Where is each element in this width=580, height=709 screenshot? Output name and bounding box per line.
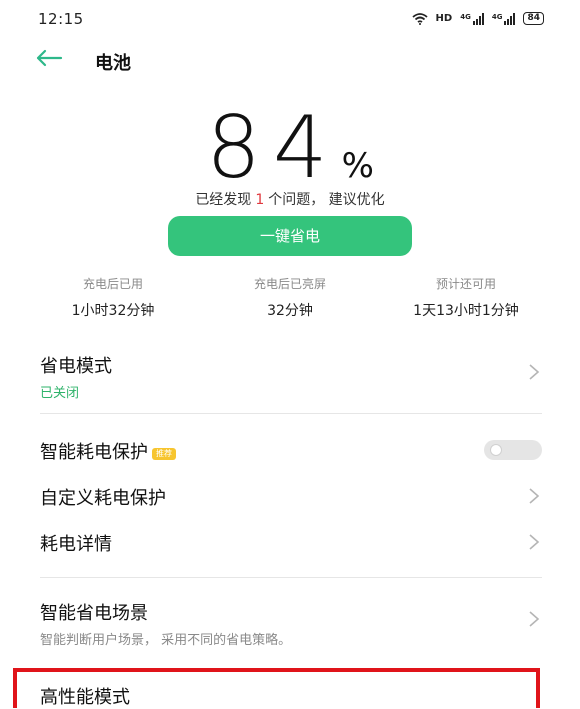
wifi-icon — [411, 12, 428, 25]
smart-protection-row[interactable]: 智能耗电保护 推荐 — [40, 438, 542, 464]
consumption-details-title: 耗电详情 — [40, 534, 112, 555]
back-button[interactable] — [34, 48, 64, 72]
page-title: 电池 — [95, 53, 131, 74]
consumption-details-row[interactable]: 耗电详情 — [40, 530, 542, 556]
stat-value: 32分钟 — [267, 303, 313, 319]
issue-summary: 已经发现 1 个问题， 建议优化 — [0, 189, 580, 209]
highlight-annotation-box — [13, 668, 540, 708]
chevron-right-icon — [529, 611, 540, 627]
chevron-right-icon — [529, 364, 540, 380]
power-saving-mode-title: 省电模式 — [40, 356, 112, 377]
stat-used-since-charge: 充电后已用 1小时32分钟 — [18, 275, 208, 320]
custom-protection-row[interactable]: 自定义耗电保护 — [40, 484, 542, 510]
toggle-knob — [490, 444, 502, 456]
hd-indicator: HD — [435, 13, 453, 24]
power-saving-mode-status: 已关闭 — [40, 386, 80, 401]
status-time: 12:15 — [38, 10, 84, 28]
signal-icon: 4G — [460, 12, 484, 25]
power-saving-mode-row[interactable]: 省电模式 已关闭 — [40, 352, 542, 401]
stat-screen-on-since-charge: 充电后已亮屏 32分钟 — [195, 275, 385, 320]
issue-suffix: 个问题， 建议优化 — [268, 192, 385, 208]
stat-value: 1小时32分钟 — [71, 303, 155, 319]
divider — [40, 413, 542, 414]
header: 电池 — [0, 44, 580, 76]
status-icons: HD 4G 4G 84 — [411, 12, 544, 25]
battery-level-unit: % — [341, 146, 374, 186]
divider — [40, 577, 542, 578]
stat-label: 充电后已亮屏 — [253, 277, 326, 291]
chevron-right-icon — [529, 488, 540, 504]
issue-prefix: 已经发现 — [195, 192, 252, 208]
smart-scene-title: 智能省电场景 — [40, 603, 148, 624]
stat-estimated-remaining: 预计还可用 1天13小时1分钟 — [371, 275, 561, 320]
issue-count: 1 — [255, 192, 265, 208]
smart-scene-desc: 智能判断用户场景， 采用不同的省电策略。 — [40, 633, 292, 648]
smart-scene-row[interactable]: 智能省电场景 智能判断用户场景， 采用不同的省电策略。 — [40, 599, 542, 648]
status-bar: 12:15 HD 4G 4G 84 — [0, 0, 580, 40]
custom-protection-title: 自定义耗电保护 — [40, 488, 166, 509]
back-arrow-icon — [36, 49, 63, 67]
one-tap-save-button[interactable]: 一键省电 — [168, 216, 412, 256]
usage-stats: 充电后已用 1小时32分钟 充电后已亮屏 32分钟 预计还可用 1天13小时1分… — [0, 275, 580, 325]
stat-value: 1天13小时1分钟 — [413, 303, 519, 319]
smart-protection-toggle[interactable] — [484, 440, 542, 460]
signal-icon-2: 4G — [492, 12, 516, 25]
stat-label: 充电后已用 — [82, 277, 143, 291]
stat-label: 预计还可用 — [435, 277, 496, 291]
battery-level: 84% — [0, 98, 580, 198]
battery-level-value: 84 — [206, 98, 340, 198]
chevron-right-icon — [529, 534, 540, 550]
smart-protection-title: 智能耗电保护 — [40, 442, 148, 463]
recommended-badge: 推荐 — [152, 447, 176, 460]
battery-status-icon: 84 — [523, 12, 544, 25]
